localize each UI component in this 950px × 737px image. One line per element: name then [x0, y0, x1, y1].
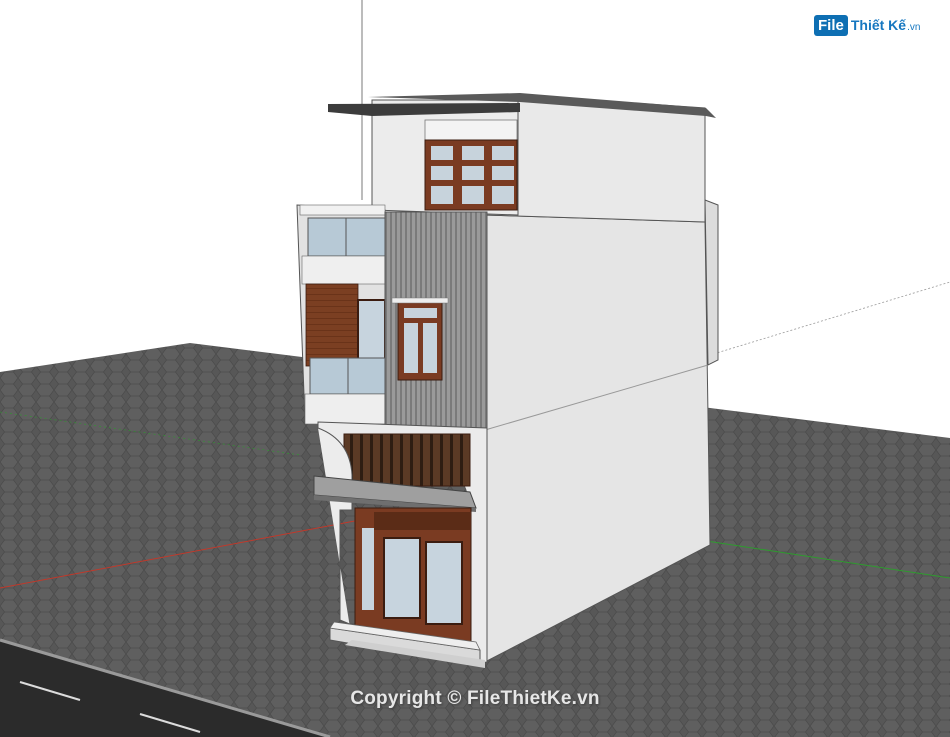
logo-text: Thiết Kế — [850, 17, 907, 33]
logo-domain: .vn — [907, 22, 921, 33]
louver-vent — [343, 433, 471, 487]
copyright-watermark: Copyright © FileThietKe.vn — [350, 688, 600, 709]
entry-door-right — [425, 541, 463, 625]
sketchup-viewport[interactable] — [0, 0, 950, 737]
balcony-door — [357, 299, 386, 367]
site-logo[interactable]: File Thiết Kế .vn — [814, 12, 920, 38]
logo-badge: File — [814, 14, 848, 36]
wood-panel — [305, 283, 359, 367]
entry-door-left — [383, 537, 421, 619]
